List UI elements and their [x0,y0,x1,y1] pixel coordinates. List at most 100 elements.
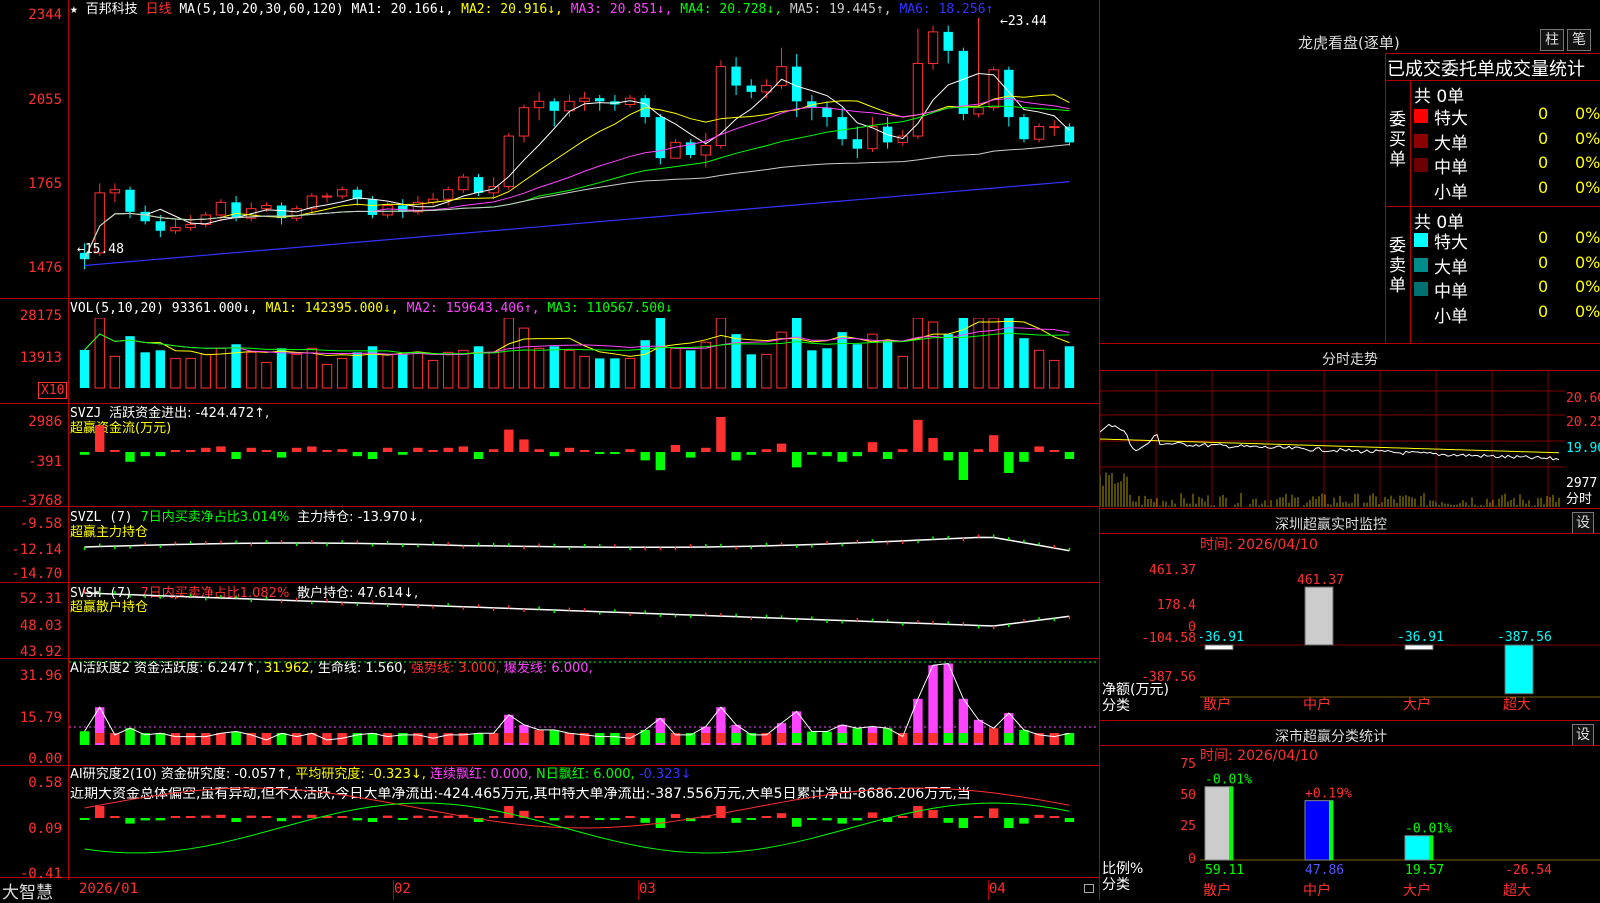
ai-research-bar [170,816,181,818]
ai-research-chart[interactable] [69,766,1099,877]
ai-research-axis-label: 0.09 [28,821,62,837]
ai-active-base [473,733,484,743]
svzj-bar [367,452,378,459]
sz-class-chart[interactable]: -0.01% +0.19% -0.01% 59.11 47.86 19.57 -26.54 [1200,760,1600,882]
ai-active-chart[interactable] [69,659,1099,765]
sz-class-category: 超大 [1503,883,1531,899]
sz-monitor-ylabel: 净额(万元) [1102,682,1169,698]
candle-body [185,223,196,229]
ai-active-base [882,733,893,743]
ai-active-axis-label: 0.00 [28,751,62,767]
candle-body [837,117,847,140]
volume-bar [336,357,348,389]
ai-active-base [155,733,166,743]
bar-mode-button[interactable]: 柱 [1540,29,1564,51]
candle-body [518,107,530,137]
sz-monitor-chart[interactable]: -36.91 461.37 -36.91 -387.56 [1200,555,1600,715]
svzj-bar [640,452,650,461]
tick-mode-button[interactable]: 笔 [1567,29,1591,51]
candle-body [473,177,484,193]
sz-monitor-category: 超大 [1503,697,1531,713]
sz-monitor-settings-button[interactable]: 设 [1572,512,1594,534]
svzj-bar [201,447,211,452]
sz-class-axis-label: 25 [1180,819,1196,834]
svzj-bar [958,452,969,480]
sz-class-ylabel: 比例% [1102,861,1144,877]
candle-body [579,97,590,102]
ai-research-bar [125,818,135,824]
candle-body [1033,126,1045,140]
intraday-price-line [1100,423,1560,461]
volume-bar [579,355,590,389]
svzj-bar [95,425,105,452]
svzj-bar [398,452,408,455]
svzj-bar [898,449,908,452]
svsh-chart[interactable] [69,583,1099,658]
volume-bar [1033,349,1045,389]
ai-research-bar [413,815,423,818]
svzj-chart[interactable] [69,404,1099,506]
ai-research-bar [837,818,847,824]
svzj-bar [307,446,317,452]
volume-bar [610,358,620,388]
sz-class-settings-button[interactable]: 设 [1572,724,1594,746]
lock-icon[interactable] [1084,884,1094,893]
ai-active-base [367,733,378,743]
ai-active-base [549,733,559,743]
intraday-axis-label: 20.25 [1566,415,1600,430]
price-chart[interactable] [69,16,1099,298]
candle-body [458,176,469,191]
ai-active-base [201,733,211,743]
sz-monitor-xlabel: 分类 [1102,698,1130,714]
svzj-bar [837,452,847,462]
svzj-axis-label: 2986 [28,414,62,430]
star-icon[interactable]: ★ [70,2,78,17]
sz-monitor-category: 大户 [1403,697,1431,713]
svzj-bar [504,429,514,452]
svzj-bar [170,450,181,452]
ai-active-axis-label: 31.96 [19,668,62,684]
buy-row-name: 特大 [1434,109,1468,129]
sell-row-pct: 0% [1575,228,1600,247]
svzj-bar [125,452,135,462]
volume-bar [109,355,121,389]
sell-row-pct: 0% [1575,277,1600,296]
svzl-chart[interactable] [69,507,1099,582]
candle-body [670,141,681,159]
high-annotation: ←23.44 [1000,14,1047,29]
ai-research-bar [307,814,317,818]
volume-bar [973,318,984,389]
svzj-bar [231,452,241,459]
svzj-bar [79,452,90,455]
intraday-chart[interactable] [1100,371,1565,507]
candle-body [731,66,741,86]
svzj-bar [246,447,256,452]
ai-research-bar [807,818,817,820]
ai-research-bar [579,816,590,818]
brand-logo: 大智慧 [2,883,53,903]
buy-row-pct: 0% [1575,153,1600,172]
sell-0-swatch [1414,233,1428,247]
low-annotation: ←15.48 [77,242,124,257]
sz-class-category: 大户 [1403,883,1431,899]
volume-bar [79,349,90,388]
volume-chart[interactable] [69,318,1099,403]
period-label[interactable]: 日线 [146,2,172,17]
ai-research-bar [958,818,969,828]
ai-active-base [504,733,514,743]
intraday-vol-label: 2977 [1566,476,1598,491]
main-chart-area[interactable]: 2344 2055 1765 1476 ★ 百邦科技 日线 MA(5,10,20… [0,0,1100,900]
ai-research-bar [352,818,362,821]
candle-body [109,189,121,194]
svzj-bar [534,449,544,452]
date-tick: 2026/01 [79,881,139,897]
svzj-bar [761,449,772,452]
svzj-bar [822,452,832,457]
svzj-bar [549,452,559,457]
ai-research-bar [276,818,287,822]
volume-bar [488,351,499,389]
svsh-axis-label: 43.92 [19,644,62,660]
candle-body [1049,126,1060,129]
volume-bar [367,346,378,388]
candle-body [231,202,241,219]
